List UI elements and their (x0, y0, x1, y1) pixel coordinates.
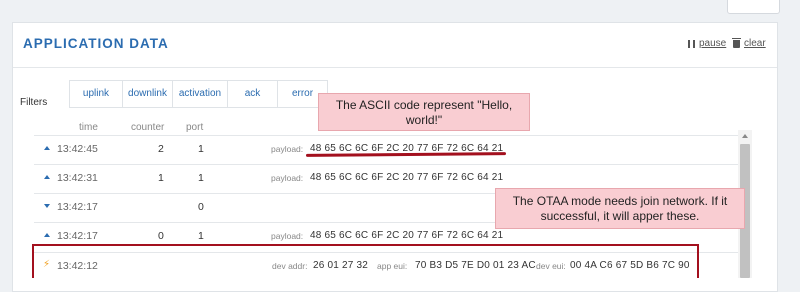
scroll-up-icon[interactable] (742, 134, 748, 138)
row-counter: 1 (158, 172, 164, 184)
row-port: 1 (198, 172, 204, 184)
ascii-annotation-note: The ASCII code represent "Hello, world!" (318, 93, 530, 131)
pause-icon (688, 39, 695, 48)
clear-label: clear (744, 38, 766, 49)
column-header-time: time (79, 122, 98, 133)
payload-value: 48 65 6C 6C 6F 2C 20 77 6F 72 6C 64 21 (310, 230, 504, 241)
top-button[interactable] (727, 0, 780, 14)
row-time: 13:42:45 (57, 143, 98, 155)
payload-label: payload: (271, 173, 304, 183)
filter-tab-uplink[interactable]: uplink (69, 80, 123, 108)
table-row[interactable]: 13:42:45 2 1 payload: 48 65 6C 6C 6F 2C … (34, 135, 738, 161)
clear-button[interactable]: clear (732, 37, 766, 49)
panel-header: APPLICATION DATA pause clear (13, 23, 777, 68)
payload-value: 48 65 6C 6C 6F 2C 20 77 6F 72 6C 64 21 (310, 172, 504, 183)
row-time: 13:42:31 (57, 172, 98, 184)
pause-label: pause (699, 38, 727, 49)
downlink-arrow-icon (44, 204, 50, 208)
filter-tabs: uplink downlink activation ack error (69, 80, 328, 108)
column-header-port: port (186, 122, 204, 133)
row-port: 1 (198, 143, 204, 155)
activation-row-highlight (32, 244, 699, 278)
row-time: 13:42:17 (57, 230, 98, 242)
pause-button[interactable]: pause (688, 38, 726, 49)
row-time: 13:42:17 (57, 201, 98, 213)
uplink-arrow-icon (44, 146, 50, 150)
row-counter: 0 (158, 230, 164, 242)
trash-icon (732, 37, 741, 48)
filter-tab-activation[interactable]: activation (173, 80, 228, 108)
row-port: 1 (198, 230, 204, 242)
filters-label: Filters (20, 97, 48, 108)
payload-label: payload: (271, 231, 304, 241)
row-counter: 2 (158, 143, 164, 155)
panel-title: APPLICATION DATA (23, 36, 169, 51)
payload-label: payload: (271, 144, 304, 154)
filter-tab-ack[interactable]: ack (228, 80, 278, 108)
uplink-arrow-icon (44, 233, 50, 237)
filter-tab-downlink[interactable]: downlink (123, 80, 173, 108)
table-row[interactable]: 13:42:31 1 1 payload: 48 65 6C 6C 6F 2C … (34, 164, 738, 190)
column-header-counter: counter (131, 122, 165, 133)
otaa-annotation-note: The OTAA mode needs join network. If it … (495, 188, 745, 229)
uplink-arrow-icon (44, 175, 50, 179)
row-port: 0 (198, 201, 204, 213)
